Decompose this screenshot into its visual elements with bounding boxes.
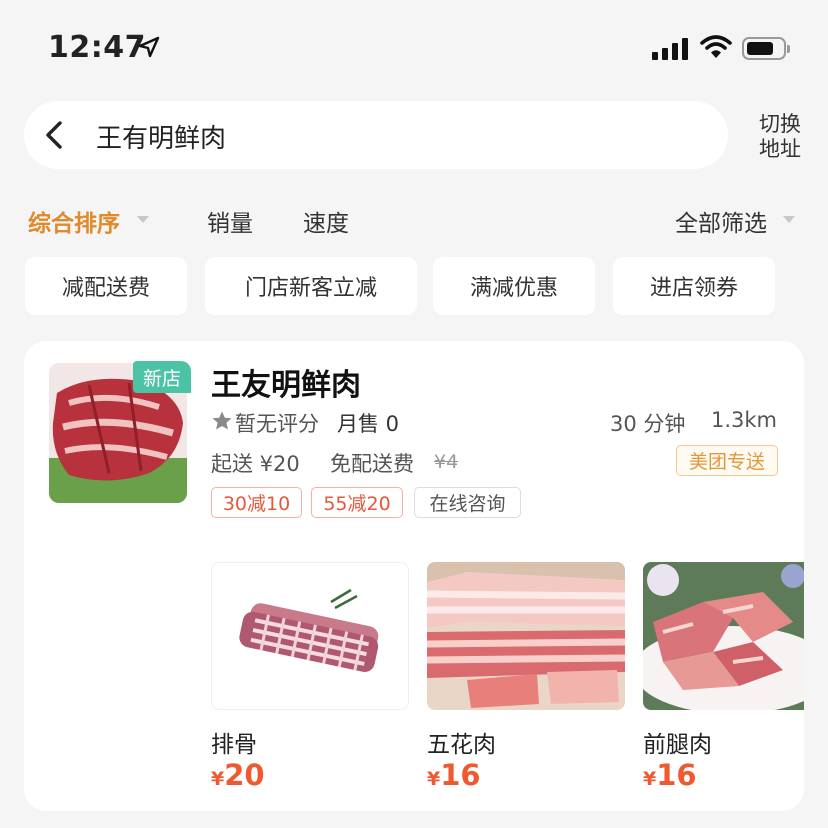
store-name[interactable]: 王友明鲜肉 xyxy=(211,360,361,404)
chip-reduced-delivery[interactable]: 减配送费 xyxy=(25,257,187,315)
star-icon xyxy=(212,411,232,430)
monthly-sales: 月售 0 xyxy=(337,412,400,436)
battery-icon xyxy=(742,37,790,60)
delivery-time: 30 分钟 xyxy=(610,412,686,436)
rating-text: 暂无评分 xyxy=(235,412,319,436)
meituan-delivery-badge: 美团专送 xyxy=(676,445,778,476)
distance: 1.3km xyxy=(711,408,778,432)
product-image[interactable] xyxy=(427,562,625,710)
product-image[interactable] xyxy=(643,562,804,710)
product-image[interactable] xyxy=(211,562,409,710)
delivery-fee: 免配送费 xyxy=(330,452,414,476)
filter-all[interactable]: 全部筛选 xyxy=(675,204,767,238)
wifi-icon xyxy=(700,35,732,58)
location-arrow-icon xyxy=(138,36,160,58)
caret-down-icon xyxy=(783,216,795,223)
sort-speed[interactable]: 速度 xyxy=(303,204,349,238)
product-name[interactable]: 五花肉 xyxy=(427,725,496,759)
caret-down-icon xyxy=(137,216,149,223)
product-price: ¥20 xyxy=(211,758,265,792)
search-query[interactable]: 王有明鲜肉 xyxy=(96,118,226,155)
switch-address-button[interactable]: 切换 地址 xyxy=(752,112,808,162)
product-price: ¥16 xyxy=(643,758,697,792)
new-store-badge: 新店 xyxy=(133,361,191,393)
product-name[interactable]: 排骨 xyxy=(211,725,257,759)
product-price: ¥16 xyxy=(427,758,481,792)
product-name[interactable]: 前腿肉 xyxy=(643,725,712,759)
chip-coupon[interactable]: 进店领券 xyxy=(613,257,775,315)
chip-discount[interactable]: 满减优惠 xyxy=(433,257,595,315)
min-order: 起送 ¥20 xyxy=(211,452,300,476)
signal-icon xyxy=(652,38,690,60)
back-arrow-icon[interactable] xyxy=(40,118,70,152)
online-consult-badge[interactable]: 在线咨询 xyxy=(414,487,521,518)
promo-badge: 30减10 xyxy=(211,487,302,518)
chip-new-customer[interactable]: 门店新客立减 xyxy=(205,257,417,315)
status-time: 12:47 xyxy=(48,30,146,65)
sort-comprehensive[interactable]: 综合排序 xyxy=(28,204,120,238)
promo-badge: 55减20 xyxy=(311,487,403,518)
sort-sales[interactable]: 销量 xyxy=(207,204,253,238)
original-delivery-fee: ¥4 xyxy=(434,451,459,473)
